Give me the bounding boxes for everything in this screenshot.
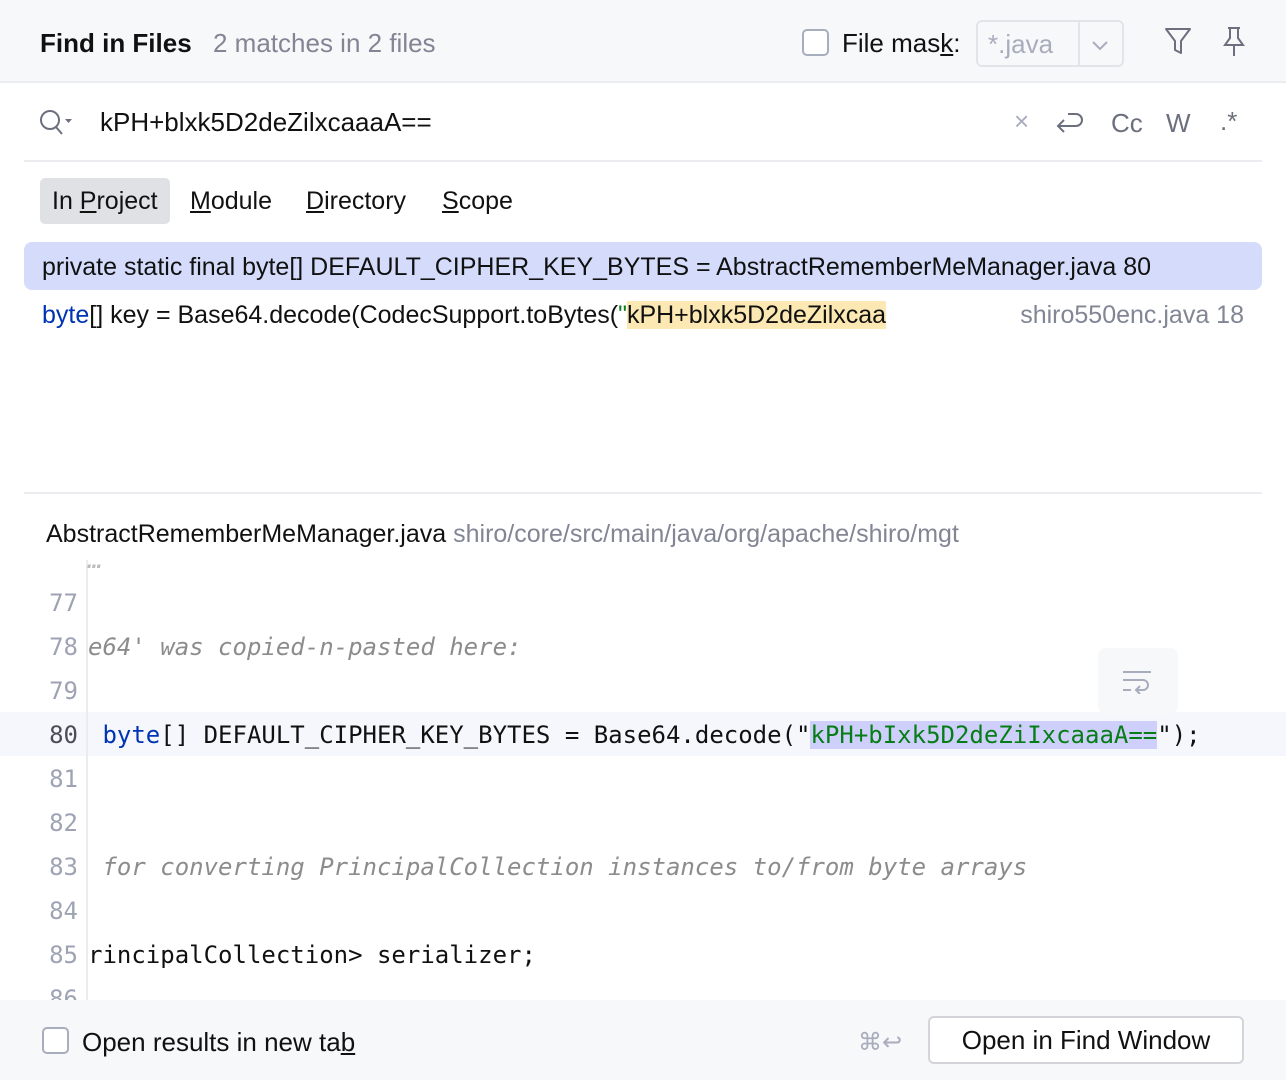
- new-line-icon[interactable]: [1054, 108, 1086, 138]
- code-line: for converting PrincipalCollection insta…: [88, 853, 1028, 881]
- divider: [24, 492, 1262, 494]
- file-mask-combo[interactable]: *.java: [976, 20, 1124, 67]
- dialog-header: Find in Files 2 matches in 2 files File …: [0, 0, 1286, 83]
- code-preview[interactable]: … 77 78 e64' was copied-n-pasted here: 7…: [0, 560, 1286, 1000]
- filter-icon[interactable]: [1164, 26, 1192, 56]
- match-case-toggle[interactable]: Cc: [1111, 108, 1143, 139]
- search-icon[interactable]: [38, 108, 74, 140]
- line-number: 86: [49, 985, 78, 1000]
- divider: [24, 160, 1262, 162]
- line-number: 82: [49, 809, 78, 837]
- dialog-footer: Open results in new tab ⌘↩ Open in Find …: [0, 1000, 1286, 1080]
- soft-wrap-button[interactable]: [1098, 648, 1178, 714]
- code-line: byte[] DEFAULT_CIPHER_KEY_BYTES = Base64…: [88, 721, 1201, 749]
- tab-scope[interactable]: Scope: [430, 178, 525, 224]
- file-mask-checkbox[interactable]: [802, 29, 829, 56]
- words-toggle[interactable]: W: [1166, 108, 1191, 139]
- line-number: 85: [49, 941, 78, 969]
- clear-icon[interactable]: ×: [1014, 106, 1029, 137]
- open-in-find-window-button[interactable]: Open in Find Window: [928, 1016, 1244, 1064]
- line-number: 81: [49, 765, 78, 793]
- file-mask-label: File mask:: [842, 28, 961, 58]
- shortcut-hint: ⌘↩: [858, 1029, 903, 1056]
- result-row[interactable]: byte[] key = Base64.decode(CodecSupport.…: [24, 290, 1262, 338]
- line-number: 79: [49, 677, 78, 705]
- open-new-tab-checkbox[interactable]: [42, 1027, 69, 1054]
- line-number: 78: [49, 633, 78, 661]
- line-number: 84: [49, 897, 78, 925]
- result-row[interactable]: private static final byte[] DEFAULT_CIPH…: [24, 242, 1262, 290]
- line-number: 77: [49, 589, 78, 617]
- soft-wrap-icon: [1123, 671, 1151, 694]
- tab-directory[interactable]: Directory: [294, 178, 418, 224]
- line-number: 80: [49, 721, 78, 749]
- chevron-down-icon[interactable]: [1090, 38, 1110, 52]
- match-summary: 2 matches in 2 files: [213, 28, 436, 58]
- code-line: rincipalCollection> serializer;: [88, 941, 536, 969]
- line-number: 83: [49, 853, 78, 881]
- file-mask-value[interactable]: *.java: [988, 29, 1053, 60]
- pin-icon[interactable]: [1220, 26, 1248, 58]
- open-new-tab-label: Open results in new tab: [82, 1027, 356, 1057]
- search-input[interactable]: kPH+blxk5D2deZilxcaaaA==: [100, 107, 432, 138]
- regex-toggle[interactable]: .*: [1220, 106, 1237, 137]
- tab-module[interactable]: Module: [178, 178, 284, 224]
- preview-file-title: AbstractRememberMeManager.java shiro/cor…: [46, 520, 959, 548]
- tab-in-project[interactable]: In Project: [40, 178, 170, 224]
- code-line: e64' was copied-n-pasted here:: [88, 633, 522, 661]
- dialog-title: Find in Files: [40, 28, 192, 58]
